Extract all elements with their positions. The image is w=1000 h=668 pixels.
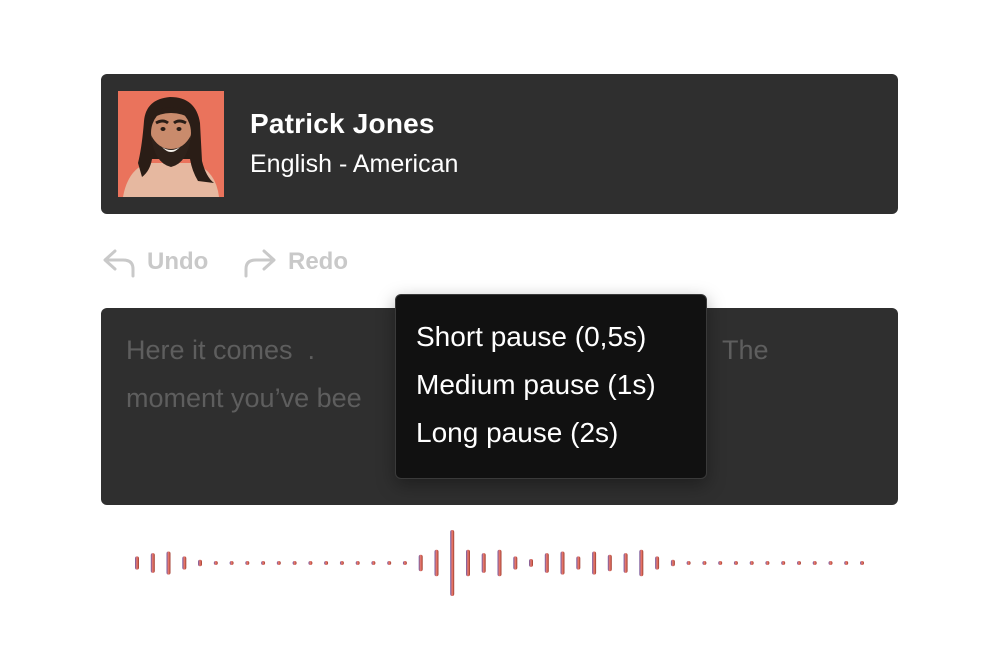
waveform-bar (308, 561, 313, 565)
waveform-bar (592, 551, 597, 575)
editor-line-2: moment you’ve bee (126, 383, 362, 413)
waveform-bar (765, 561, 770, 565)
waveform-bar (355, 561, 360, 565)
waveform-bar (623, 553, 628, 573)
waveform-bar (828, 561, 833, 565)
redo-label: Redo (288, 248, 348, 275)
waveform-bar (812, 561, 817, 565)
voice-card[interactable]: Patrick Jones English - American (101, 74, 898, 214)
pause-option-long[interactable]: Long pause (2s) (416, 417, 618, 449)
waveform-bar (292, 561, 297, 565)
waveform-bar (150, 553, 155, 573)
waveform-bar (733, 561, 738, 565)
waveform-bar (466, 549, 470, 577)
waveform-bar (481, 553, 486, 573)
waveform-bar (229, 561, 234, 565)
waveform-bar (450, 530, 455, 596)
waveform-bar (371, 561, 376, 565)
waveform-bar (135, 556, 139, 570)
voice-name: Patrick Jones (250, 108, 435, 139)
waveform-bar (418, 554, 423, 572)
waveform-bar (198, 559, 202, 567)
waveform-bar (544, 553, 549, 573)
waveform-bar (639, 549, 644, 577)
waveform-bar (576, 556, 581, 570)
waveform-bar (387, 561, 392, 565)
redo-button[interactable]: Redo (242, 244, 348, 280)
editor-line-1-tail: The (722, 335, 769, 365)
redo-icon (244, 249, 276, 278)
pause-menu: Short pause (0,5s) Medium pause (1s) Lon… (395, 294, 707, 479)
waveform-bar (702, 561, 707, 565)
undo-icon (103, 249, 135, 278)
pause-option-medium[interactable]: Medium pause (1s) (416, 369, 656, 401)
waveform-bar (860, 561, 864, 565)
waveform-bar (655, 556, 660, 570)
undo-label: Undo (147, 248, 209, 275)
waveform-bar (182, 556, 187, 570)
waveform-bar (560, 551, 565, 575)
waveform-bar (797, 561, 801, 565)
waveform-bar (718, 561, 723, 565)
audio-waveform (135, 530, 864, 596)
waveform-bar (749, 561, 754, 565)
waveform-bar (497, 549, 502, 577)
undo-button[interactable]: Undo (101, 244, 208, 280)
waveform-bar (213, 561, 218, 565)
waveform-bar (276, 561, 281, 565)
waveform-bar (166, 551, 171, 575)
waveform-bar (529, 559, 533, 567)
pause-option-short[interactable]: Short pause (0,5s) (416, 321, 646, 353)
waveform-bar (670, 559, 675, 567)
waveform-bar (324, 561, 329, 565)
voice-language: English - American (250, 150, 459, 178)
editor-line-1: Here it comes . (126, 335, 316, 365)
waveform-bar (607, 554, 612, 572)
waveform-bar (434, 549, 439, 577)
waveform-bar (261, 561, 266, 565)
waveform-bar (402, 561, 407, 565)
waveform-bar (339, 561, 344, 565)
waveform-bar (844, 561, 849, 565)
avatar (118, 91, 224, 197)
waveform-bar (781, 561, 786, 565)
waveform-bar (513, 556, 518, 570)
waveform-bar (686, 561, 691, 565)
waveform-bar (245, 561, 250, 565)
